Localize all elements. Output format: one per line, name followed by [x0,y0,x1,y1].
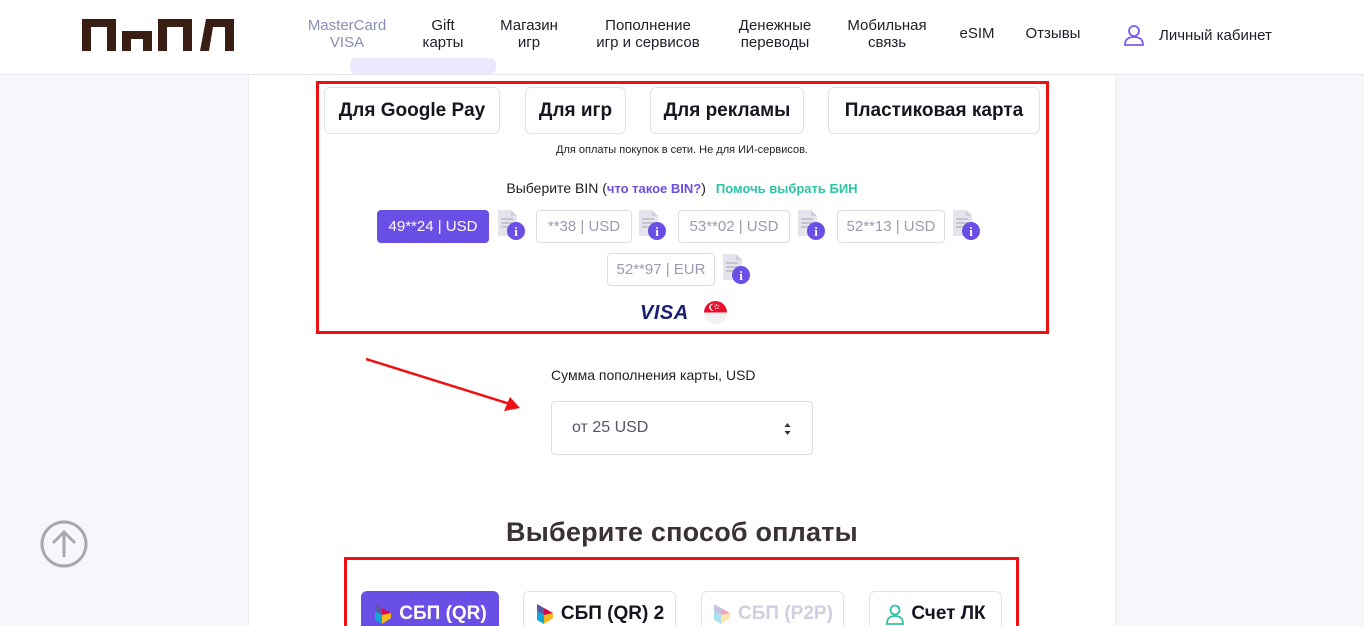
nav-mastercard-visa[interactable]: MasterCard VISA [303,17,391,51]
annotation-arrow [365,357,520,411]
nav-mobile[interactable]: Мобильная связь [840,17,934,51]
payment-method-title: Выберите способ оплаты [506,517,858,547]
annotation-box-card-options [316,81,1049,334]
nav-transfers[interactable]: Денежные переводы [730,17,820,51]
nav-esim[interactable]: eSIM [954,25,1000,42]
nav-gift-cards[interactable]: Gift карты [414,17,472,51]
site-header: MasterCard VISA Gift карты Магазин игр П… [0,0,1364,75]
number-spinner-icon[interactable] [783,420,792,438]
amount-label: Сумма пополнения карты, USD [551,367,756,383]
personal-account-label: Личный кабинет [1159,26,1272,44]
amount-placeholder: от 25 USD [572,419,649,436]
amount-input[interactable]: от 25 USD [551,401,813,455]
user-icon [1124,25,1144,46]
annotation-box-payment-methods [344,557,1019,626]
personal-account-link[interactable]: Личный кабинет [1123,22,1272,48]
header-ghost-element [350,58,496,74]
nav-reviews[interactable]: Отзывы [1020,25,1086,42]
nav-topup[interactable]: Пополнение игр и сервисов [585,17,711,51]
brand-logo[interactable] [82,19,234,51]
nav-game-store[interactable]: Магазин игр [492,17,566,51]
